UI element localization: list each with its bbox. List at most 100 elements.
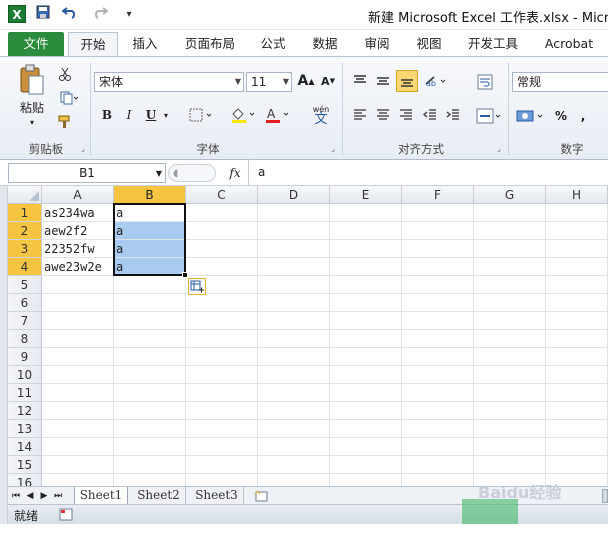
cell-f9[interactable] — [402, 348, 474, 366]
row-header[interactable]: 9 — [8, 348, 42, 366]
grow-font-button[interactable]: A ▲ — [296, 71, 316, 91]
row-header[interactable]: 15 — [8, 456, 42, 474]
paste-button[interactable]: 粘贴 — [14, 99, 50, 115]
cell-e5[interactable] — [330, 276, 402, 294]
macro-record-icon[interactable] — [58, 507, 74, 522]
sheet-tab-3[interactable]: Sheet3 — [190, 487, 244, 505]
comma-button[interactable]: , — [576, 105, 590, 127]
cell-h6[interactable] — [546, 294, 608, 312]
tab-file[interactable]: 文件 — [8, 32, 64, 56]
cell-b2[interactable]: a — [114, 222, 186, 240]
cell-c4[interactable] — [186, 258, 258, 276]
underline-button[interactable]: U — [142, 105, 160, 125]
tab-view[interactable]: 视图 — [410, 32, 448, 56]
insert-function-button[interactable]: fx — [224, 164, 246, 182]
cell-h3[interactable] — [546, 240, 608, 258]
cell-d15[interactable] — [258, 456, 330, 474]
underline-dropdown-icon[interactable]: ▾ — [160, 105, 172, 125]
cell-b4[interactable]: a — [114, 258, 186, 276]
cell-c13[interactable] — [186, 420, 258, 438]
last-sheet-icon[interactable]: ⏭ — [52, 489, 64, 503]
clipboard-launcher-icon[interactable]: ⌟ — [78, 143, 88, 153]
row-header[interactable]: 13 — [8, 420, 42, 438]
align-bottom-icon[interactable] — [396, 70, 418, 92]
cell-c11[interactable] — [186, 384, 258, 402]
align-right-icon[interactable] — [396, 105, 416, 125]
cell-f7[interactable] — [402, 312, 474, 330]
cell-e10[interactable] — [330, 366, 402, 384]
cell-b14[interactable] — [114, 438, 186, 456]
cell-f13[interactable] — [402, 420, 474, 438]
cell-d8[interactable] — [258, 330, 330, 348]
cell-g8[interactable] — [474, 330, 546, 348]
cell-h13[interactable] — [546, 420, 608, 438]
cell-g5[interactable] — [474, 276, 546, 294]
next-sheet-icon[interactable]: ▶ — [38, 489, 50, 503]
tab-home[interactable]: 开始 — [68, 32, 118, 56]
merge-center-icon[interactable] — [474, 105, 504, 127]
paste-dropdown-icon[interactable]: ▾ — [26, 117, 38, 127]
cell-a5[interactable] — [42, 276, 114, 294]
cell-c10[interactable] — [186, 366, 258, 384]
tab-formulas[interactable]: 公式 — [254, 32, 292, 56]
cell-e1[interactable] — [330, 204, 402, 222]
undo-icon[interactable] — [58, 5, 82, 25]
cell-d10[interactable] — [258, 366, 330, 384]
cell-e9[interactable] — [330, 348, 402, 366]
column-header-c[interactable]: C — [186, 186, 258, 204]
cell-f12[interactable] — [402, 402, 474, 420]
formula-input[interactable]: a — [258, 165, 265, 179]
cell-c9[interactable] — [186, 348, 258, 366]
font-name-combo[interactable]: 宋体 ▼ — [94, 72, 244, 92]
first-sheet-icon[interactable]: ⏮ — [10, 489, 22, 503]
cell-e11[interactable] — [330, 384, 402, 402]
cell-a2[interactable]: aew2f2 — [42, 222, 114, 240]
name-box-dropdown-icon[interactable]: ▼ — [154, 165, 164, 181]
cell-h15[interactable] — [546, 456, 608, 474]
cell-d2[interactable] — [258, 222, 330, 240]
cell-d6[interactable] — [258, 294, 330, 312]
auto-fill-options-button[interactable] — [188, 278, 206, 295]
cell-a6[interactable] — [42, 294, 114, 312]
cell-g14[interactable] — [474, 438, 546, 456]
percent-button[interactable]: % — [552, 105, 570, 127]
cell-f4[interactable] — [402, 258, 474, 276]
fill-color-icon[interactable] — [228, 105, 258, 125]
cell-h12[interactable] — [546, 402, 608, 420]
column-header-g[interactable]: G — [474, 186, 546, 204]
cell-d5[interactable] — [258, 276, 330, 294]
align-middle-icon[interactable] — [373, 71, 393, 91]
cell-b11[interactable] — [114, 384, 186, 402]
tab-review[interactable]: 审阅 — [358, 32, 396, 56]
sheet-tab-2[interactable]: Sheet2 — [132, 487, 186, 505]
cell-d13[interactable] — [258, 420, 330, 438]
cell-c8[interactable] — [186, 330, 258, 348]
cell-d12[interactable] — [258, 402, 330, 420]
column-header-f[interactable]: F — [402, 186, 474, 204]
cell-e12[interactable] — [330, 402, 402, 420]
cell-h7[interactable] — [546, 312, 608, 330]
cell-g10[interactable] — [474, 366, 546, 384]
sheet-tab-1[interactable]: Sheet1 — [74, 487, 128, 505]
cell-b7[interactable] — [114, 312, 186, 330]
tab-data[interactable]: 数据 — [306, 32, 344, 56]
cell-a12[interactable] — [42, 402, 114, 420]
cell-c12[interactable] — [186, 402, 258, 420]
cell-f8[interactable] — [402, 330, 474, 348]
save-icon[interactable] — [34, 5, 52, 25]
cell-e2[interactable] — [330, 222, 402, 240]
cell-d9[interactable] — [258, 348, 330, 366]
cell-a10[interactable] — [42, 366, 114, 384]
cell-g15[interactable] — [474, 456, 546, 474]
row-header[interactable]: 10 — [8, 366, 42, 384]
cell-a1[interactable]: as234wa — [42, 204, 114, 222]
cell-f6[interactable] — [402, 294, 474, 312]
cell-a11[interactable] — [42, 384, 114, 402]
cell-e14[interactable] — [330, 438, 402, 456]
phonetic-button[interactable]: wén 文 — [304, 103, 338, 127]
cell-h8[interactable] — [546, 330, 608, 348]
cell-a14[interactable] — [42, 438, 114, 456]
cell-d14[interactable] — [258, 438, 330, 456]
cell-a8[interactable] — [42, 330, 114, 348]
row-header[interactable]: 4 — [8, 258, 42, 276]
